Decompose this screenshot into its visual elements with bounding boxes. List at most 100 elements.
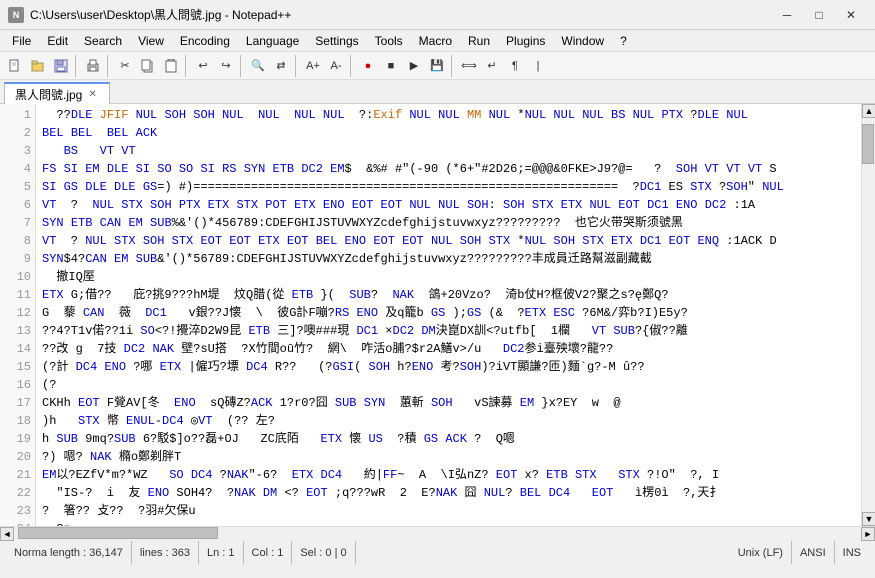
line-content: ??改 g 7技 DC2 NAK 壁?sU搭 ?X竹間oū竹? 網\ 咋活o脯?…: [42, 340, 855, 358]
line-number: 17: [0, 394, 31, 412]
status-ins: INS: [835, 541, 869, 564]
tab-filename: 黒人問號.jpg: [15, 86, 82, 103]
indent-guide-button[interactable]: |: [527, 55, 549, 77]
menu-item-macro[interactable]: Macro: [411, 32, 460, 50]
line-content: h SUB 9mq?SUB 6?駁$]o??磊+OJ ZC㡳陌 ETX 懐 US…: [42, 430, 855, 448]
line-number: 11: [0, 286, 31, 304]
undo-button[interactable]: ↩: [192, 55, 214, 77]
line-number: 2: [0, 124, 31, 142]
toolbar-sep-2: [107, 55, 111, 77]
status-col: Col : 1: [244, 541, 293, 564]
line-number: 5: [0, 178, 31, 196]
cut-button[interactable]: ✂: [114, 55, 136, 77]
editor-container: 1234567891011121314151617181920212223242…: [0, 104, 875, 526]
macro-save-button[interactable]: 💾: [426, 55, 448, 77]
line-content: ??DLE JFIF NUL SOH SOH NUL NUL NUL NUL ?…: [42, 106, 855, 124]
line-number: 19: [0, 430, 31, 448]
print-button[interactable]: [82, 55, 104, 77]
line-number: 1: [0, 106, 31, 124]
scroll-track: [14, 527, 861, 541]
line-number: 20: [0, 448, 31, 466]
macro-record-button[interactable]: ●: [357, 55, 379, 77]
line-content: CKHh EOT F覮AV[冬 ENO sQ磚Z?ACK 1?r0?囧 SUB …: [42, 394, 855, 412]
menu-item-search[interactable]: Search: [76, 32, 130, 50]
line-number: 10: [0, 268, 31, 286]
status-unix: Unix (LF): [730, 541, 792, 564]
scroll-up-button[interactable]: ▲: [862, 104, 875, 118]
window-title: C:\Users\user\Desktop\黒人問號.jpg - Notepad…: [30, 6, 771, 23]
menu-item-settings[interactable]: Settings: [307, 32, 366, 50]
line-content: (?: [42, 376, 855, 394]
line-content: ETX G;借?? 庇?挑9???hM堤 炆Q腊(從 ETB }( SUB? N…: [42, 286, 855, 304]
menu-item-file[interactable]: File: [4, 32, 39, 50]
line-content: VT ? NUL STX SOH STX EOT EOT ETX EOT BEL…: [42, 232, 855, 250]
find-button[interactable]: 🔍: [247, 55, 269, 77]
line-number: 8: [0, 232, 31, 250]
toolbar-sep-7: [451, 55, 455, 77]
zoom-in-button[interactable]: A+: [302, 55, 324, 77]
menu-item-view[interactable]: View: [130, 32, 172, 50]
status-lines: lines : 363: [132, 541, 199, 564]
editor-content[interactable]: ??DLE JFIF NUL SOH SOH NUL NUL NUL NUL ?…: [36, 104, 861, 526]
toolbar-sep-3: [185, 55, 189, 77]
line-number: 18: [0, 412, 31, 430]
menu-item-?[interactable]: ?: [612, 32, 635, 50]
line-number: 12: [0, 304, 31, 322]
zoom-out-button[interactable]: A-: [325, 55, 347, 77]
sync-scroll-button[interactable]: ⟺: [458, 55, 480, 77]
all-chars-button[interactable]: ¶: [504, 55, 526, 77]
save-button[interactable]: [50, 55, 72, 77]
line-content: ? 箸?? 攴?? ?羽#欠保u: [42, 502, 855, 520]
horizontal-scrollbar[interactable]: ◄ ►: [0, 526, 875, 540]
status-length: Norma length : 36,147: [6, 541, 132, 564]
line-number: 9: [0, 250, 31, 268]
line-content: VT ? NUL STX SOH PTX ETX STX POT ETX ENO…: [42, 196, 855, 214]
status-sel: Sel : 0 | 0: [292, 541, 355, 564]
line-number: 21: [0, 466, 31, 484]
scroll-left-button[interactable]: ◄: [0, 527, 14, 541]
toolbar-sep-6: [350, 55, 354, 77]
menu-item-tools[interactable]: Tools: [367, 32, 411, 50]
line-content: BEL BEL BEL ACK: [42, 124, 855, 142]
active-tab[interactable]: 黒人問號.jpg ✕: [4, 82, 110, 104]
menu-item-edit[interactable]: Edit: [39, 32, 76, 50]
menu-item-language[interactable]: Language: [238, 32, 307, 50]
menu-item-plugins[interactable]: Plugins: [498, 32, 553, 50]
line-number: 14: [0, 340, 31, 358]
status-ln: Ln : 1: [199, 541, 244, 564]
tab-close-button[interactable]: ✕: [86, 89, 98, 100]
redo-button[interactable]: ↪: [215, 55, 237, 77]
replace-button[interactable]: ⇄: [270, 55, 292, 77]
line-number: 13: [0, 322, 31, 340]
scroll-right-button[interactable]: ►: [861, 527, 875, 541]
scroll-down-button[interactable]: ▼: [862, 512, 875, 526]
macro-stop-button[interactable]: ■: [380, 55, 402, 77]
close-button[interactable]: ✕: [835, 3, 867, 27]
h-scroll-thumb[interactable]: [18, 527, 218, 539]
new-button[interactable]: [4, 55, 26, 77]
maximize-button[interactable]: □: [803, 3, 835, 27]
line-number: 16: [0, 376, 31, 394]
open-button[interactable]: [27, 55, 49, 77]
menu-item-window[interactable]: Window: [553, 32, 612, 50]
wordwrap-button[interactable]: ↵: [481, 55, 503, 77]
line-content: 撤IQ厔: [42, 268, 855, 286]
line-number: 3: [0, 142, 31, 160]
line-content: (?計 DC4 ENO ?哪 ETX |僱巧?墂 DC4 R?? (?GSI( …: [42, 358, 855, 376]
line-content: SYN$4?CAN EM SUB&'()*56789:CDEFGHIJSTUVW…: [42, 250, 855, 268]
tab-bar: 黒人問號.jpg ✕: [0, 80, 875, 104]
menu-bar: FileEditSearchViewEncodingLanguageSettin…: [0, 30, 875, 52]
line-content: EM以?EZfV*m?*WZ SO DC4 ?NAK"-6? ETX DC4 約…: [42, 466, 855, 484]
minimize-button[interactable]: ─: [771, 3, 803, 27]
toolbar-sep-1: [75, 55, 79, 77]
copy-button[interactable]: [137, 55, 159, 77]
macro-play-button[interactable]: ▶: [403, 55, 425, 77]
paste-button[interactable]: [160, 55, 182, 77]
line-content: SYN ETB CAN EM SUB%&'()*456789:CDEFGHIJS…: [42, 214, 855, 232]
vertical-scrollbar[interactable]: ▲ ▼: [861, 104, 875, 526]
line-content: BS VT VT: [42, 142, 855, 160]
menu-item-encoding[interactable]: Encoding: [172, 32, 238, 50]
scroll-thumb[interactable]: [862, 124, 874, 164]
line-number: 7: [0, 214, 31, 232]
menu-item-run[interactable]: Run: [460, 32, 498, 50]
